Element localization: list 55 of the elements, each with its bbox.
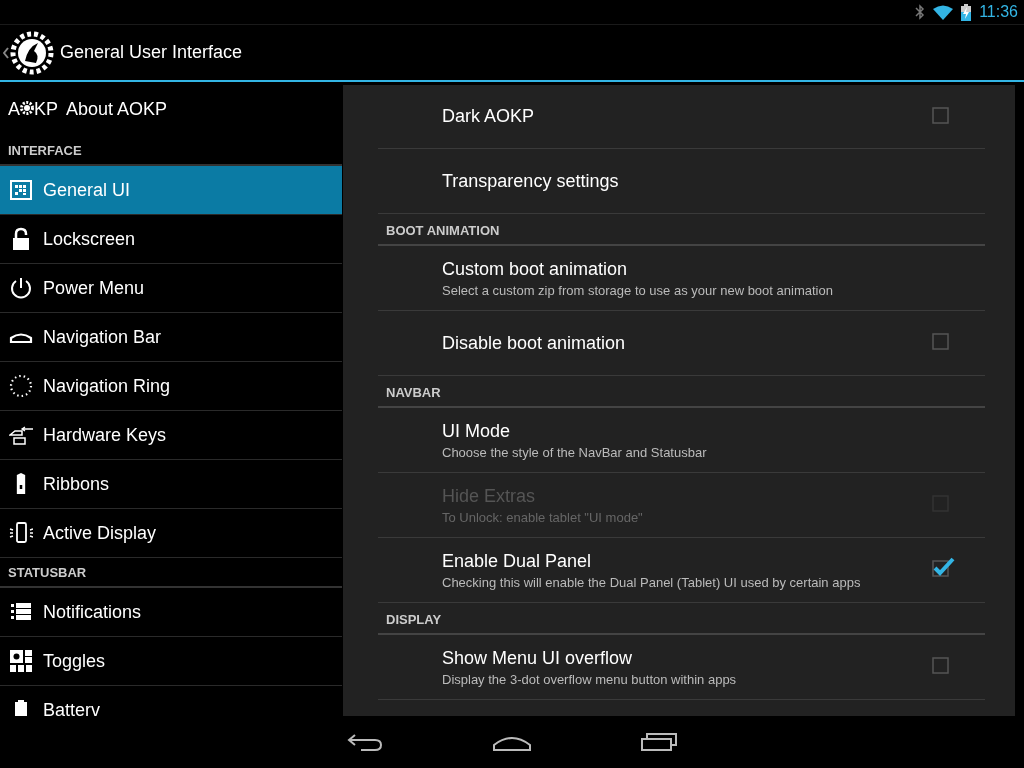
sidebar-item[interactable]: Notifications <box>0 588 342 637</box>
battery-charging-icon <box>961 3 972 21</box>
sidebar-item[interactable]: Navigation Bar <box>0 313 342 362</box>
screen-title: General User Interface <box>60 42 243 63</box>
up-navigation-button[interactable] <box>0 30 54 75</box>
power-icon <box>9 276 33 300</box>
logo-text: KP <box>34 98 59 120</box>
category-header: NAVBAR <box>378 376 985 408</box>
dotted-ring-icon <box>9 374 33 398</box>
preference-row[interactable]: Custom boot animation Select a custom zip from storage to use as your new boot animation <box>378 246 985 311</box>
category-header: BOOT ANIMATION <box>378 214 985 246</box>
sidebar-item[interactable]: Power Menu <box>0 264 342 313</box>
grid-icon <box>9 178 33 202</box>
recent-apps-icon <box>641 733 677 751</box>
preference-row[interactable]: Dark AOKP <box>378 85 985 149</box>
preference-row[interactable]: Show Menu UI overflow Display the 3-dot overflow menu button within apps <box>378 635 985 700</box>
preference-summary: Select a custom zip from storage to use as your new boot animation <box>442 282 834 298</box>
preference-summary: Checking this will enable the Dual Panel (Tablet) UI used by certain apps <box>442 574 862 590</box>
preference-title: Dark AOKP <box>442 106 536 127</box>
preference-row[interactable]: Enable Dual Panel Checking this will enable the Dual Panel (Tablet) UI used by certain apps <box>378 538 985 603</box>
about-list-item[interactable]: A KP About AOKP <box>0 82 342 136</box>
bluetooth-icon <box>915 4 926 20</box>
preference-summary: Choose the style of the NavBar and Statusbar <box>442 444 708 460</box>
category-header: DISPLAY <box>378 603 985 635</box>
preference-summary: To Unlock: enable tablet "UI mode" <box>442 509 644 525</box>
preference-row[interactable]: UI Mode Choose the style of the NavBar and Statusbar <box>378 408 985 473</box>
wifi-icon <box>933 4 954 20</box>
back-arrow-icon <box>347 732 383 752</box>
preference-title: Custom boot animation <box>442 258 629 280</box>
back-chevron-icon <box>3 46 9 59</box>
sidebar-item[interactable]: Toggles <box>0 637 342 686</box>
sidebar-item[interactable]: Lockscreen <box>0 215 342 264</box>
ribbon-icon <box>16 472 26 496</box>
sidebar-item[interactable]: Active Display <box>0 509 342 558</box>
sidebar-item[interactable]: Ribbons <box>0 460 342 509</box>
preference-row[interactable]: Disable boot animation <box>378 311 985 376</box>
preference-row[interactable]: Transparency settings <box>378 149 985 214</box>
preference-title: Transparency settings <box>442 170 620 192</box>
sidebar-item[interactable]: Hardware Keys <box>0 411 342 460</box>
logo-text: A <box>8 98 20 120</box>
checkbox[interactable] <box>931 555 955 579</box>
tiles-icon <box>9 649 33 673</box>
sidebar-item[interactable]: Navigation Ring <box>0 362 342 411</box>
gear-icon <box>20 100 34 115</box>
preference-title: Enable Dual Panel <box>442 550 593 572</box>
sidebar-item[interactable]: General UI <box>0 166 342 215</box>
phone-icon <box>9 521 33 545</box>
gear-unicorn-logo-icon <box>10 30 54 75</box>
preference-title: Show Menu UI overflow <box>442 647 634 669</box>
preference-title: UI Mode <box>442 420 512 442</box>
preference-summary: Display the 3-dot overflow menu button within apps <box>442 671 738 687</box>
item-label: About AOKP <box>66 98 168 120</box>
preference-title: Disable boot animation <box>442 332 627 354</box>
clock-time: 11:36 <box>979 3 1018 21</box>
section-header: STATUSBAR <box>0 558 342 588</box>
